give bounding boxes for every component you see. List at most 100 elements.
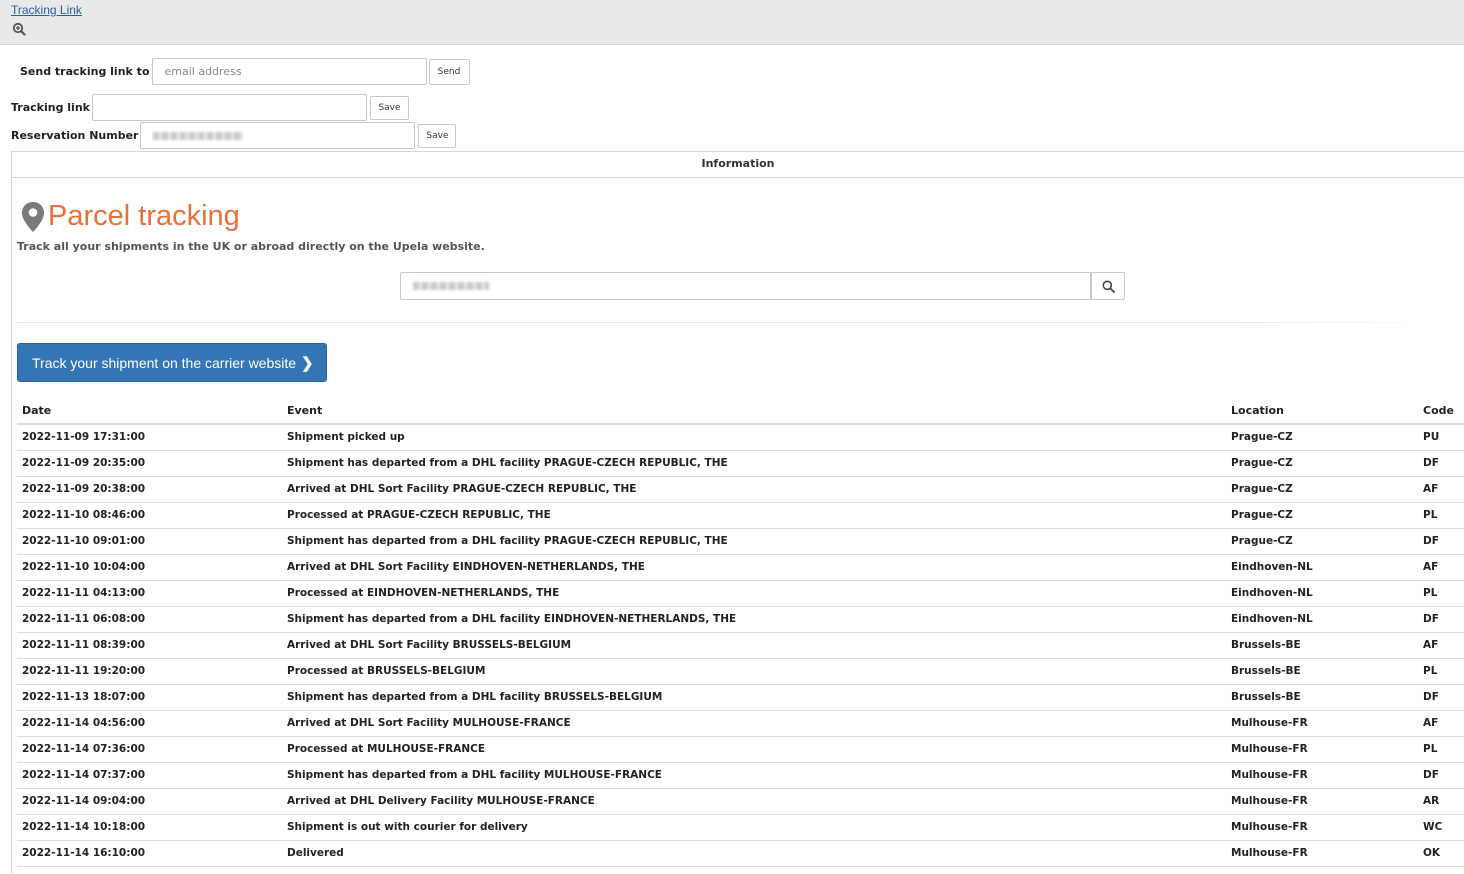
table-row: 2022-11-10 09:01:00 Shipment has departed… (17, 528, 1464, 555)
email-placeholder: email address (164, 65, 242, 78)
event-description: Processed at BRUSSELS-BELGIUM (282, 658, 1226, 685)
column-header-code: Code (1418, 398, 1464, 425)
divider (17, 322, 1447, 323)
column-header-event: Event (282, 398, 1226, 425)
table-row: 2022-11-09 17:31:00 Shipment picked up Pra… (17, 424, 1464, 451)
reservation-number-field[interactable] (140, 122, 416, 149)
top-bar: Tracking Link (0, 0, 1464, 45)
search-button[interactable] (1091, 272, 1125, 300)
reservation-number-label: Reservation Number (11, 129, 139, 142)
event-location: Prague-CZ (1226, 450, 1418, 477)
event-description: Processed at MULHOUSE-FRANCE (282, 736, 1226, 763)
table-row: 2022-11-11 19:20:00 Processed at BRUSSELS… (17, 658, 1464, 685)
event-date: 2022-11-09 20:35:00 (17, 450, 282, 477)
event-location: Mulhouse-FR (1226, 840, 1418, 867)
event-date: 2022-11-10 10:04:00 (17, 554, 282, 581)
redacted-tracking-number (413, 282, 489, 290)
event-date: 2022-11-09 17:31:00 (17, 424, 282, 451)
zoom-in-icon[interactable] (12, 22, 26, 36)
table-row: 2022-11-10 08:46:00 Processed at PRAGUE-C… (17, 502, 1464, 529)
table-row: 2022-11-09 20:35:00 Shipment has departed… (17, 450, 1464, 477)
email-field[interactable]: email address (151, 58, 427, 85)
event-description: Arrived at DHL Sort Facility EINDHOVEN-N… (282, 554, 1226, 581)
event-description: Delivered (282, 840, 1226, 867)
event-code: WC (1418, 814, 1464, 841)
send-button[interactable]: Send (428, 58, 470, 85)
event-location: Brussels-BE (1226, 684, 1418, 711)
table-row: 2022-11-11 08:39:00 Arrived at DHL Sort F… (17, 632, 1464, 659)
event-location: Eindhoven-NL (1226, 606, 1418, 633)
event-date: 2022-11-14 07:37:00 (17, 762, 282, 789)
event-code: PL (1418, 658, 1464, 685)
event-location: Prague-CZ (1226, 502, 1418, 529)
event-code: PL (1418, 580, 1464, 607)
event-description: Shipment picked up (282, 424, 1226, 451)
event-code: AF (1418, 476, 1464, 503)
column-header-location: Location (1226, 398, 1418, 425)
table-row: 2022-11-13 18:07:00 Shipment has departed… (17, 684, 1464, 711)
send-tracking-row: Send tracking link to email address Send (20, 58, 470, 85)
event-code: DF (1418, 684, 1464, 711)
event-code: AF (1418, 554, 1464, 581)
event-location: Prague-CZ (1226, 476, 1418, 503)
table-row: 2022-11-14 04:56:00 Arrived at DHL Sort F… (17, 710, 1464, 737)
event-date: 2022-11-14 07:36:00 (17, 736, 282, 763)
event-description: Shipment has departed from a DHL facilit… (282, 684, 1226, 711)
tracking-number-search-input[interactable] (400, 272, 1091, 300)
tracking-link-label: Tracking link (11, 101, 90, 114)
redacted-value (153, 131, 244, 140)
carrier-button-label: Track your shipment on the carrier websi… (32, 354, 297, 371)
event-code: DF (1418, 450, 1464, 477)
event-date: 2022-11-09 20:38:00 (17, 476, 282, 503)
event-description: Arrived at DHL Delivery Facility MULHOUS… (282, 788, 1226, 815)
event-date: 2022-11-11 04:13:00 (17, 580, 282, 607)
event-date: 2022-11-10 08:46:00 (17, 502, 282, 529)
tracking-save-button[interactable]: Save (369, 95, 409, 120)
tracking-link-field[interactable] (91, 94, 367, 121)
tracking-link[interactable]: Tracking Link (11, 3, 82, 17)
event-location: Mulhouse-FR (1226, 788, 1418, 815)
event-code: PU (1418, 424, 1464, 451)
event-date: 2022-11-11 19:20:00 (17, 658, 282, 685)
event-date: 2022-11-11 06:08:00 (17, 606, 282, 633)
table-row: 2022-11-14 16:10:00 Delivered Mulhouse-FR O… (17, 840, 1464, 867)
table-header-row: Date Event Location Code (17, 398, 1464, 425)
reservation-row: Reservation Number Save (11, 122, 457, 149)
tracking-events-table: Date Event Location Code 2022-11-09 17:3… (17, 398, 1464, 867)
track-on-carrier-website-button[interactable]: Track your shipment on the carrier websi… (17, 343, 327, 382)
event-description: Arrived at DHL Sort Facility MULHOUSE-FR… (282, 710, 1226, 737)
parcel-tracking-heading: Parcel tracking (48, 200, 240, 232)
column-header-date: Date (17, 398, 282, 425)
event-code: DF (1418, 762, 1464, 789)
parcel-tracking-title: Parcel tracking (20, 200, 240, 233)
event-description: Arrived at DHL Sort Facility PRAGUE-CZEC… (282, 476, 1226, 503)
event-date: 2022-11-14 10:18:00 (17, 814, 282, 841)
table-row: 2022-11-14 07:36:00 Processed at MULHOUSE… (17, 736, 1464, 763)
event-description: Shipment has departed from a DHL facilit… (282, 528, 1226, 555)
event-code: OK (1418, 840, 1464, 867)
table-row: 2022-11-10 10:04:00 Arrived at DHL Sort F… (17, 554, 1464, 581)
parcel-tracking-subtitle: Track all your shipments in the UK or ab… (17, 240, 485, 253)
table-row: 2022-11-11 04:13:00 Processed at EINDHOVE… (17, 580, 1464, 607)
event-date: 2022-11-13 18:07:00 (17, 684, 282, 711)
event-description: Processed at EINDHOVEN-NETHERLANDS, THE (282, 580, 1226, 607)
table-row: 2022-11-14 09:04:00 Arrived at DHL Delive… (17, 788, 1464, 815)
event-date: 2022-11-14 16:10:00 (17, 840, 282, 867)
event-code: PL (1418, 736, 1464, 763)
event-date: 2022-11-14 04:56:00 (17, 710, 282, 737)
event-description: Processed at PRAGUE-CZECH REPUBLIC, THE (282, 502, 1226, 529)
event-description: Shipment is out with courier for deliver… (282, 814, 1226, 841)
table-row: 2022-11-09 20:38:00 Arrived at DHL Sort F… (17, 476, 1464, 503)
event-location: Prague-CZ (1226, 424, 1418, 451)
information-panel: Information Parcel tracking Track all yo… (11, 151, 1464, 874)
event-location: Prague-CZ (1226, 528, 1418, 555)
event-description: Arrived at DHL Sort Facility BRUSSELS-BE… (282, 632, 1226, 659)
event-location: Eindhoven-NL (1226, 554, 1418, 581)
event-location: Mulhouse-FR (1226, 710, 1418, 737)
event-date: 2022-11-14 09:04:00 (17, 788, 282, 815)
table-row: 2022-11-14 07:37:00 Shipment has departed… (17, 762, 1464, 789)
reservation-save-button[interactable]: Save (418, 123, 457, 148)
table-row: 2022-11-14 10:18:00 Shipment is out with … (17, 814, 1464, 841)
event-location: Mulhouse-FR (1226, 762, 1418, 789)
event-date: 2022-11-10 09:01:00 (17, 528, 282, 555)
